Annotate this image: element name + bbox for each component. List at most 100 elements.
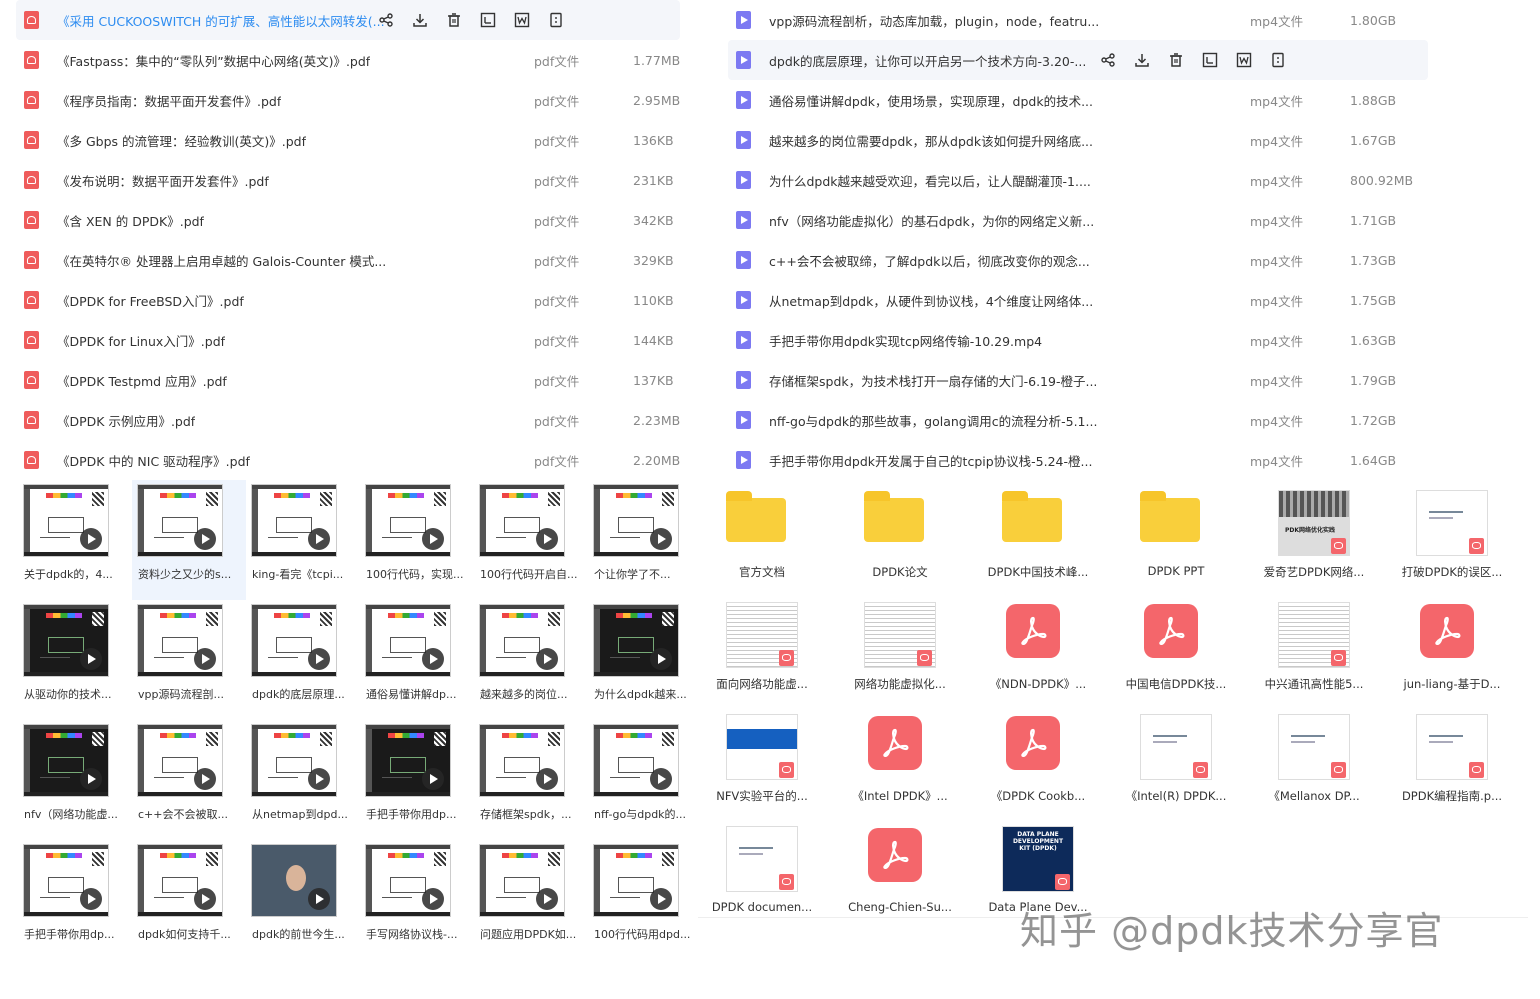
play-icon[interactable] (650, 768, 672, 790)
play-icon[interactable] (422, 648, 444, 670)
video-thumbnail[interactable]: nfv（网络功能虚... (18, 720, 132, 840)
play-icon[interactable] (308, 768, 330, 790)
video-thumbnail[interactable]: 手写网络协议栈-... (360, 840, 474, 960)
file-row[interactable]: 手把手带你用dpdk开发属于自己的tcpip协议栈-5.24-橙... mp4文件… (728, 440, 1428, 480)
play-icon[interactable] (194, 648, 216, 670)
play-icon[interactable] (194, 528, 216, 550)
file-row[interactable]: nff-go与dpdk的那些故事，golang调用c的流程分析-5.1... mp… (728, 400, 1428, 440)
file-row[interactable]: 《DPDK 示例应用》.pdf pdf文件 2.23MB (16, 400, 680, 440)
file-name[interactable]: 《发布说明：数据平面开发套件》.pdf (57, 171, 269, 190)
file-name[interactable]: 通俗易懂讲解dpdk，使用场景，实现原理，dpdk的技术... (769, 91, 1093, 110)
play-icon[interactable] (650, 528, 672, 550)
file-row[interactable]: 从netmap到dpdk，从硬件到协议栈，4个维度让网络体... mp4文件 1.7… (728, 280, 1428, 320)
file-name[interactable]: 《多 Gbps 的流管理：经验教训(英文)》.pdf (57, 131, 306, 150)
file-row[interactable]: 《多 Gbps 的流管理：经验教训(英文)》.pdf pdf文件 136KB (16, 120, 680, 160)
play-icon[interactable] (80, 528, 102, 550)
video-thumbnail[interactable]: 为什么dpdk越来... (588, 600, 702, 720)
file-row[interactable]: nfv（网络功能虚拟化）的基石dpdk，为你的网络定义新... mp4文件 1.71… (728, 200, 1428, 240)
file-row[interactable]: 《DPDK 中的 NIC 驱动程序》.pdf pdf文件 2.20MB (16, 440, 680, 480)
video-thumbnail[interactable]: 手把手带你用dp... (18, 840, 132, 960)
video-thumbnail[interactable]: 100行代码开启自... (474, 480, 588, 600)
play-icon[interactable] (536, 648, 558, 670)
file-row[interactable]: 越来越多的岗位需要dpdk，那从dpdk该如何提升网络底... mp4文件 1.67… (728, 120, 1428, 160)
file-row[interactable]: 《DPDK Testpmd 应用》.pdf pdf文件 137KB (16, 360, 680, 400)
file-name[interactable]: 越来越多的岗位需要dpdk，那从dpdk该如何提升网络底... (769, 131, 1093, 150)
file-row[interactable]: 《DPDK for Linux入门》.pdf pdf文件 144KB (16, 320, 680, 360)
more-icon[interactable] (1268, 50, 1288, 70)
play-icon[interactable] (308, 888, 330, 910)
video-thumbnail[interactable]: 从netmap到dpd... (246, 720, 360, 840)
delete-icon[interactable] (444, 10, 464, 30)
download-icon[interactable] (410, 10, 430, 30)
download-icon[interactable] (1132, 50, 1152, 70)
video-thumbnail[interactable]: vpp源码流程剖... (132, 600, 246, 720)
document-item[interactable]: 面向网络功能虚... (700, 592, 838, 704)
share-icon[interactable] (376, 10, 396, 30)
file-name[interactable]: 《在英特尔® 处理器上启用卓越的 Galois-Counter 模式... (57, 251, 386, 270)
file-row[interactable]: 手把手带你用dpdk实现tcp网络传输-10.29.mp4 mp4文件 1.63GB (728, 320, 1428, 360)
file-row[interactable]: 通俗易懂讲解dpdk，使用场景，实现原理，dpdk的技术... mp4文件 1.88… (728, 80, 1428, 120)
video-thumbnail[interactable]: 存储框架spdk，... (474, 720, 588, 840)
file-row[interactable]: c++会不会被取缔，了解dpdk以后，彻底改变你的观念... mp4文件 1.73G… (728, 240, 1428, 280)
file-name[interactable]: 《Fastpass：集中的“零队列”数据中心网络(英文)》.pdf (57, 51, 370, 70)
file-name[interactable]: 《含 XEN 的 DPDK》.pdf (57, 211, 204, 230)
file-name[interactable]: 《采用 CUCKOOSWITCH 的可扩展、高性能以太网转发(... (57, 11, 385, 30)
play-icon[interactable] (80, 768, 102, 790)
word-icon[interactable] (1234, 50, 1254, 70)
play-icon[interactable] (194, 888, 216, 910)
file-name[interactable]: 从netmap到dpdk，从硬件到协议栈，4个维度让网络体... (769, 291, 1093, 310)
video-thumbnail[interactable]: dpdk的底层原理... (246, 600, 360, 720)
file-name[interactable]: 《DPDK for FreeBSD入门》.pdf (57, 291, 244, 310)
rename-icon[interactable] (1200, 50, 1220, 70)
play-icon[interactable] (650, 648, 672, 670)
video-thumbnail[interactable]: 通俗易懂讲解dp... (360, 600, 474, 720)
document-item[interactable]: 打破DPDK的误区... (1390, 480, 1528, 592)
file-row[interactable]: 《程序员指南：数据平面开发套件》.pdf pdf文件 2.95MB (16, 80, 680, 120)
document-item[interactable]: 《Mellanox DP... (1252, 704, 1390, 816)
share-icon[interactable] (1098, 50, 1118, 70)
file-row[interactable]: 《DPDK for FreeBSD入门》.pdf pdf文件 110KB (16, 280, 680, 320)
file-row[interactable]: 存储框架spdk，为技术栈打开一扇存储的大门-6.19-橙子... mp4文件 1.… (728, 360, 1428, 400)
file-name[interactable]: 手把手带你用dpdk开发属于自己的tcpip协议栈-5.24-橙... (769, 451, 1092, 470)
play-icon[interactable] (80, 888, 102, 910)
video-thumbnail[interactable]: king-看完《tcpi... (246, 480, 360, 600)
play-icon[interactable] (194, 768, 216, 790)
file-name[interactable]: 《DPDK 示例应用》.pdf (57, 411, 195, 430)
word-icon[interactable] (512, 10, 532, 30)
file-row[interactable]: 《发布说明：数据平面开发套件》.pdf pdf文件 231KB (16, 160, 680, 200)
file-name[interactable]: 《DPDK 中的 NIC 驱动程序》.pdf (57, 451, 250, 470)
file-name[interactable]: 为什么dpdk越来越受欢迎，看完以后，让人醍醐灌顶-1.... (769, 171, 1091, 190)
file-row[interactable]: 《采用 CUCKOOSWITCH 的可扩展、高性能以太网转发(... (16, 0, 680, 40)
video-thumbnail[interactable]: 关于dpdk的，4... (18, 480, 132, 600)
folder-item[interactable]: DPDK PPT (1114, 480, 1252, 592)
document-item[interactable]: 《DPDK Cookb... (976, 704, 1114, 816)
video-thumbnail[interactable]: 个让你学了不... (588, 480, 702, 600)
document-item[interactable]: 中国电信DPDK技... (1114, 592, 1252, 704)
play-icon[interactable] (536, 888, 558, 910)
play-icon[interactable] (422, 768, 444, 790)
play-icon[interactable] (536, 768, 558, 790)
file-name[interactable]: vpp源码流程剖析，动态库加载，plugin，node，featru... (769, 11, 1099, 30)
file-name[interactable]: c++会不会被取缔，了解dpdk以后，彻底改变你的观念... (769, 251, 1090, 270)
video-thumbnail[interactable]: 手把手带你用dp... (360, 720, 474, 840)
delete-icon[interactable] (1166, 50, 1186, 70)
folder-item[interactable]: 官方文档 (700, 480, 838, 592)
file-row[interactable]: 《含 XEN 的 DPDK》.pdf pdf文件 342KB (16, 200, 680, 240)
file-row[interactable]: 为什么dpdk越来越受欢迎，看完以后，让人醍醐灌顶-1.... mp4文件 800.… (728, 160, 1428, 200)
document-item[interactable]: 《Intel DPDK》... (838, 704, 976, 816)
video-thumbnail[interactable]: 问题应用DPDK如... (474, 840, 588, 960)
document-item[interactable]: jun-liang-基于D... (1390, 592, 1528, 704)
document-item[interactable]: 中兴通讯高性能5... (1252, 592, 1390, 704)
video-thumbnail[interactable]: nff-go与dpdk的... (588, 720, 702, 840)
video-thumbnail[interactable]: dpdk如何支持千... (132, 840, 246, 960)
video-thumbnail[interactable]: 从驱动你的技术... (18, 600, 132, 720)
file-row[interactable]: vpp源码流程剖析，动态库加载，plugin，node，featru... mp4… (728, 0, 1428, 40)
file-name[interactable]: nfv（网络功能虚拟化）的基石dpdk，为你的网络定义新... (769, 211, 1094, 230)
more-icon[interactable] (546, 10, 566, 30)
video-thumbnail[interactable]: 越来越多的岗位... (474, 600, 588, 720)
file-name[interactable]: 《程序员指南：数据平面开发套件》.pdf (57, 91, 281, 110)
document-item[interactable]: DPDK编程指南.p... (1390, 704, 1528, 816)
file-row[interactable]: dpdk的底层原理，让你可以开启另一个技术方向-3.20-... (728, 40, 1428, 80)
document-item[interactable]: NFV实验平台的... (700, 704, 838, 816)
play-icon[interactable] (80, 648, 102, 670)
